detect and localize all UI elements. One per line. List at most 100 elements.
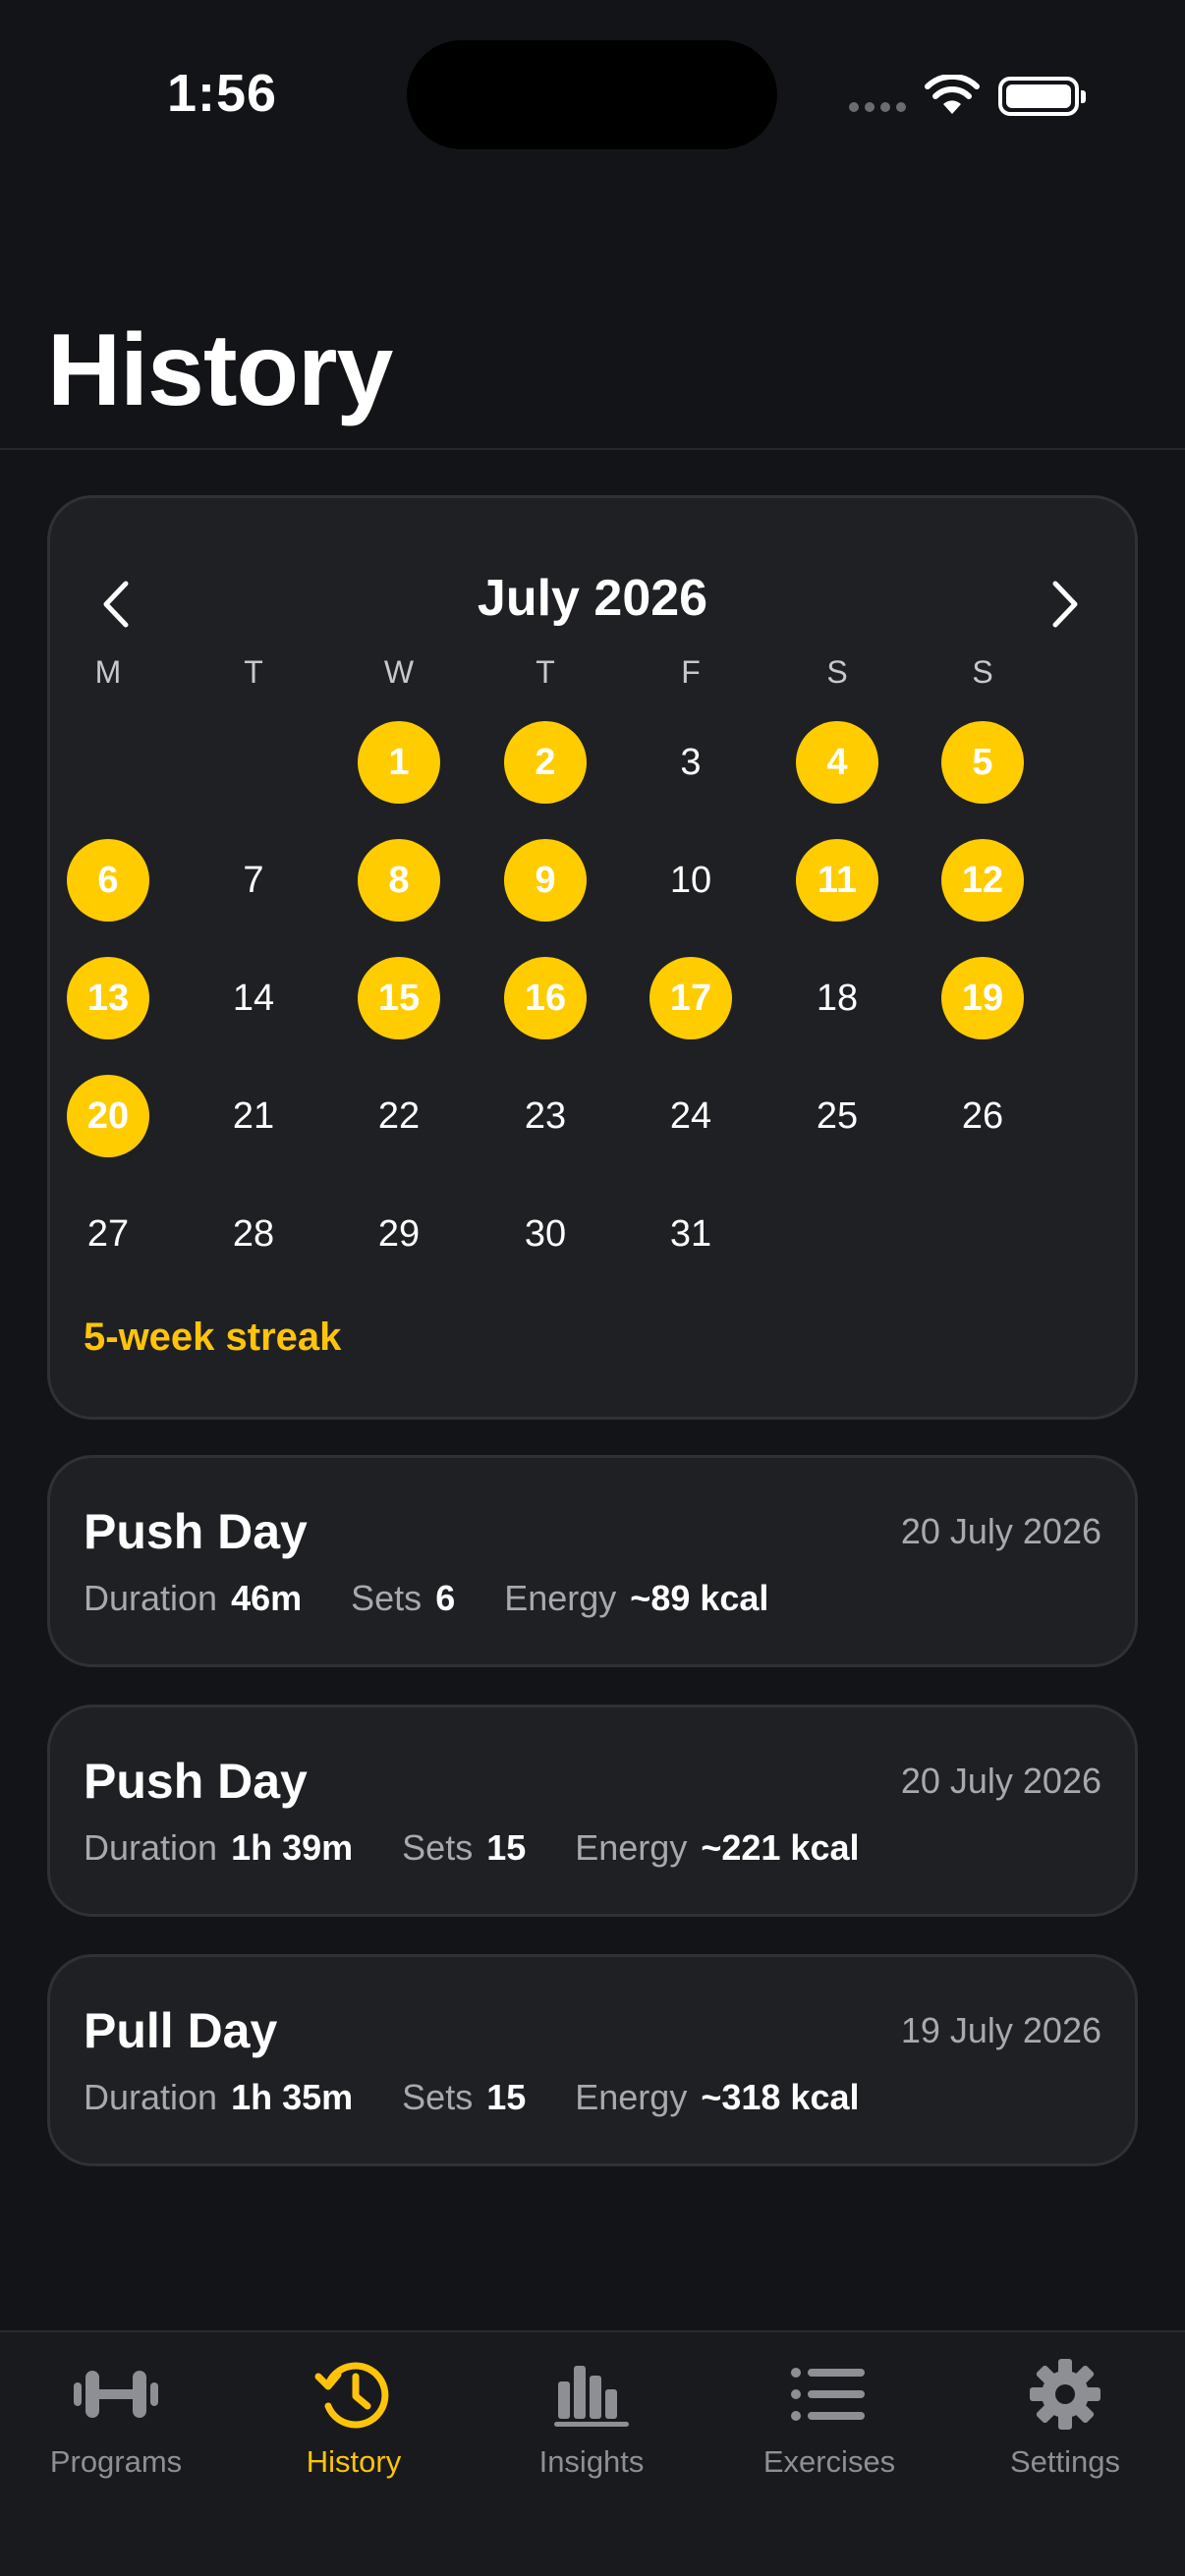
calendar-day-completed[interactable]: 12 — [941, 839, 1024, 922]
calendar-day[interactable]: 25 — [796, 1075, 878, 1157]
calendar-day-completed[interactable]: 1 — [358, 721, 440, 804]
stat-label: Sets — [402, 2077, 474, 2117]
calendar-day-completed[interactable]: 17 — [649, 957, 732, 1039]
month-title: July 2026 — [477, 570, 708, 627]
tab-settings[interactable]: Settings — [957, 2350, 1173, 2480]
tab-exercises[interactable]: Exercises — [721, 2350, 937, 2480]
stat-energy: Energy ~221 kcal — [575, 1827, 859, 1869]
stat-duration: Duration 1h 39m — [84, 1827, 353, 1869]
tab-programs[interactable]: Programs — [8, 2350, 224, 2480]
wifi-icon — [925, 75, 980, 114]
workout-date: 20 July 2026 — [900, 1511, 1101, 1551]
calendar-day[interactable]: 28 — [212, 1193, 295, 1275]
calendar-day-completed[interactable]: 13 — [67, 957, 149, 1039]
calendar-day-completed[interactable]: 2 — [504, 721, 587, 804]
tab-label: History — [306, 2444, 402, 2479]
calendar-day-completed[interactable]: 19 — [941, 957, 1024, 1039]
stat-duration: Duration 1h 35m — [84, 2077, 353, 2118]
stat-value: 1h 35m — [231, 2077, 354, 2117]
next-month-button[interactable] — [1037, 575, 1096, 634]
dumbbell-icon — [74, 2371, 158, 2418]
workout-stats: Duration 46m Sets 6 Energy ~89 kcal — [84, 1578, 818, 1619]
workout-card[interactable]: Push Day 20 July 2026 Duration 46m Sets 6 … — [47, 1455, 1138, 1667]
calendar-day[interactable]: 29 — [358, 1193, 440, 1275]
workout-card[interactable]: Push Day 20 July 2026 Duration 1h 39m Set… — [47, 1705, 1138, 1917]
calendar-day-completed[interactable]: 20 — [67, 1075, 149, 1157]
calendar-day[interactable]: 26 — [941, 1075, 1024, 1157]
stat-value: 6 — [435, 1578, 456, 1618]
workout-stats: Duration 1h 35m Sets 15 Energy ~318 kcal — [84, 2077, 908, 2118]
calendar-day[interactable]: 24 — [649, 1075, 732, 1157]
calendar-day[interactable]: 10 — [649, 839, 732, 922]
calendar-day-completed[interactable]: 9 — [504, 839, 587, 922]
stat-value: 15 — [486, 1827, 527, 1868]
calendar-day-completed[interactable]: 16 — [504, 957, 587, 1039]
battery-icon — [998, 77, 1086, 116]
weekday-label: F — [681, 654, 701, 690]
stat-label: Duration — [84, 2077, 218, 2117]
tab-label: Insights — [538, 2444, 645, 2479]
calendar-day-completed[interactable]: 11 — [796, 839, 878, 922]
history-screen: 1:56 History July 2026 MTWTFSS 123456789… — [0, 0, 1185, 2576]
workout-name: Pull Day — [84, 2003, 278, 2058]
weekday-label: W — [383, 654, 415, 690]
calendar-day-completed[interactable]: 15 — [358, 957, 440, 1039]
calendar-day[interactable]: 21 — [212, 1075, 295, 1157]
stat-value: ~221 kcal — [701, 1827, 860, 1868]
calendar-day[interactable]: 14 — [212, 957, 295, 1039]
calendar-day-completed[interactable]: 4 — [796, 721, 878, 804]
tab-label: Programs — [49, 2444, 183, 2479]
calendar-day[interactable]: 22 — [358, 1075, 440, 1157]
tab-history[interactable]: History — [246, 2350, 462, 2480]
dynamic-island — [407, 40, 777, 149]
header-divider — [0, 448, 1185, 450]
stat-sets: Sets 15 — [402, 1827, 526, 1869]
stat-label: Energy — [504, 1578, 617, 1618]
calendar-day[interactable]: 7 — [212, 839, 295, 922]
calendar-day[interactable]: 27 — [67, 1193, 149, 1275]
stat-value: ~318 kcal — [701, 2077, 860, 2117]
stat-sets: Sets 15 — [402, 2077, 526, 2118]
stat-label: Energy — [575, 1827, 688, 1868]
workout-name: Push Day — [84, 1504, 308, 1559]
list-icon — [791, 2368, 865, 2421]
weekday-label: S — [826, 654, 848, 690]
stat-label: Duration — [84, 1827, 218, 1868]
calendar-day[interactable]: 30 — [504, 1193, 587, 1275]
calendar-day[interactable]: 31 — [649, 1193, 732, 1275]
stat-label: Sets — [402, 1827, 474, 1868]
weekday-label: T — [536, 654, 555, 690]
stat-label: Energy — [575, 2077, 688, 2117]
stat-value: 1h 39m — [231, 1827, 354, 1868]
tab-bar: Programs History Insights Exercises Sett… — [0, 2330, 1185, 2576]
page-title: History — [47, 313, 393, 427]
workout-date: 20 July 2026 — [900, 1761, 1101, 1801]
tab-label: Exercises — [762, 2444, 896, 2479]
tab-label: Settings — [1009, 2444, 1120, 2479]
bar-chart-icon — [554, 2366, 629, 2427]
weekday-label: S — [972, 654, 993, 690]
calendar-day[interactable]: 3 — [649, 721, 732, 804]
streak-label: 5-week streak — [84, 1316, 342, 1359]
stat-energy: Energy ~318 kcal — [575, 2077, 859, 2118]
status-time: 1:56 — [167, 64, 278, 123]
workout-date: 19 July 2026 — [900, 2010, 1101, 2050]
stat-value: 15 — [486, 2077, 527, 2117]
calendar-card: July 2026 MTWTFSS 1 2 3 4 5 6 7 8 9 10 11 12 13 14 15 1… — [47, 495, 1138, 1420]
gear-icon — [1030, 2359, 1100, 2430]
stat-label: Sets — [351, 1578, 423, 1618]
tab-insights[interactable]: Insights — [483, 2350, 700, 2480]
calendar-day-completed[interactable]: 8 — [358, 839, 440, 922]
workout-card[interactable]: Pull Day 19 July 2026 Duration 1h 35m Set… — [47, 1954, 1138, 2166]
stat-value: 46m — [231, 1578, 303, 1618]
history-clock-icon — [314, 2362, 389, 2429]
stat-duration: Duration 46m — [84, 1578, 302, 1619]
calendar-day-completed[interactable]: 6 — [67, 839, 149, 922]
calendar-day[interactable]: 18 — [796, 957, 878, 1039]
calendar-day[interactable]: 23 — [504, 1075, 587, 1157]
calendar-day-completed[interactable]: 5 — [941, 721, 1024, 804]
chevron-right-icon — [1052, 581, 1078, 628]
cellular-signal-icon — [849, 102, 906, 112]
workout-name: Push Day — [84, 1754, 308, 1809]
workout-stats: Duration 1h 39m Sets 15 Energy ~221 kcal — [84, 1827, 908, 1869]
